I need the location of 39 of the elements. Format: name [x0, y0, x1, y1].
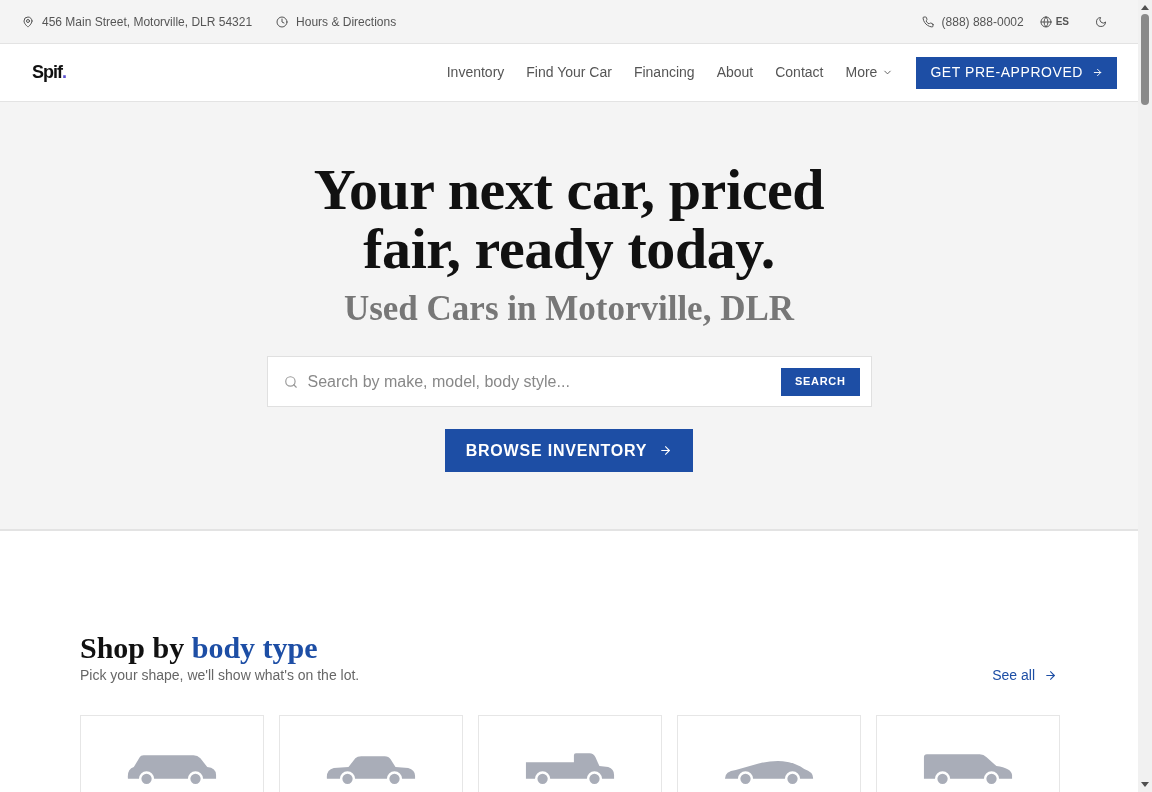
station-wagon-icon [125, 753, 219, 786]
search-icon [283, 374, 298, 389]
more-menu-button[interactable]: More [845, 62, 894, 83]
search-bar[interactable]: Search by make, model, body style... SEARCH [266, 356, 872, 407]
section-heading: Shop by body type [80, 631, 318, 665]
body-type-card[interactable] [80, 715, 264, 792]
map-pin-icon [22, 15, 34, 28]
phone-link[interactable]: (888) 888-0002 [941, 12, 1024, 31]
globe-icon[interactable] [1039, 15, 1052, 28]
arrow-right-icon [1092, 67, 1103, 78]
body-type-card[interactable] [279, 715, 463, 792]
pickup-truck-icon [523, 753, 617, 786]
dark-mode-toggle-icon[interactable] [1095, 15, 1107, 28]
search-button[interactable]: SEARCH [781, 367, 860, 396]
logo[interactable]: Spif. [32, 59, 66, 86]
sedan-icon [324, 753, 418, 786]
nav-link[interactable]: Inventory [446, 62, 505, 83]
nav-link[interactable]: About [716, 62, 754, 83]
phone-icon [921, 15, 934, 28]
nav-link[interactable]: Find Your Car [526, 62, 612, 83]
section-subtitle: Pick your shape, we'll show what's on the lot. [80, 666, 360, 685]
hours-directions-link[interactable]: Hours & Directions [296, 12, 397, 31]
address-text: 456 Main Street, Motorville, DLR 54321 [42, 13, 253, 31]
hero-heading: Your next car, priced fair, ready today. [312, 160, 826, 278]
nav-link[interactable]: Contact [775, 62, 824, 83]
get-pre-approved-button[interactable]: GET PRE-APPROVED [916, 56, 1117, 89]
arrow-right-icon [659, 444, 673, 457]
body-type-card[interactable] [478, 715, 662, 792]
language-link[interactable]: ES [1055, 14, 1069, 29]
van-icon [921, 753, 1015, 786]
search-field[interactable]: Search by make, model, body style... [307, 369, 772, 394]
arrow-right-icon [1044, 669, 1057, 682]
clock-icon [276, 15, 289, 28]
nav-link[interactable]: Financing [633, 62, 695, 83]
body-type-card[interactable] [876, 715, 1060, 792]
browse-inventory-button[interactable]: BROWSE INVENTORY [444, 429, 694, 472]
see-all-link[interactable]: See all [992, 665, 1057, 686]
hero-subheading: Used Cars in Motorville, DLR [343, 289, 795, 329]
body-type-card[interactable] [677, 715, 861, 792]
